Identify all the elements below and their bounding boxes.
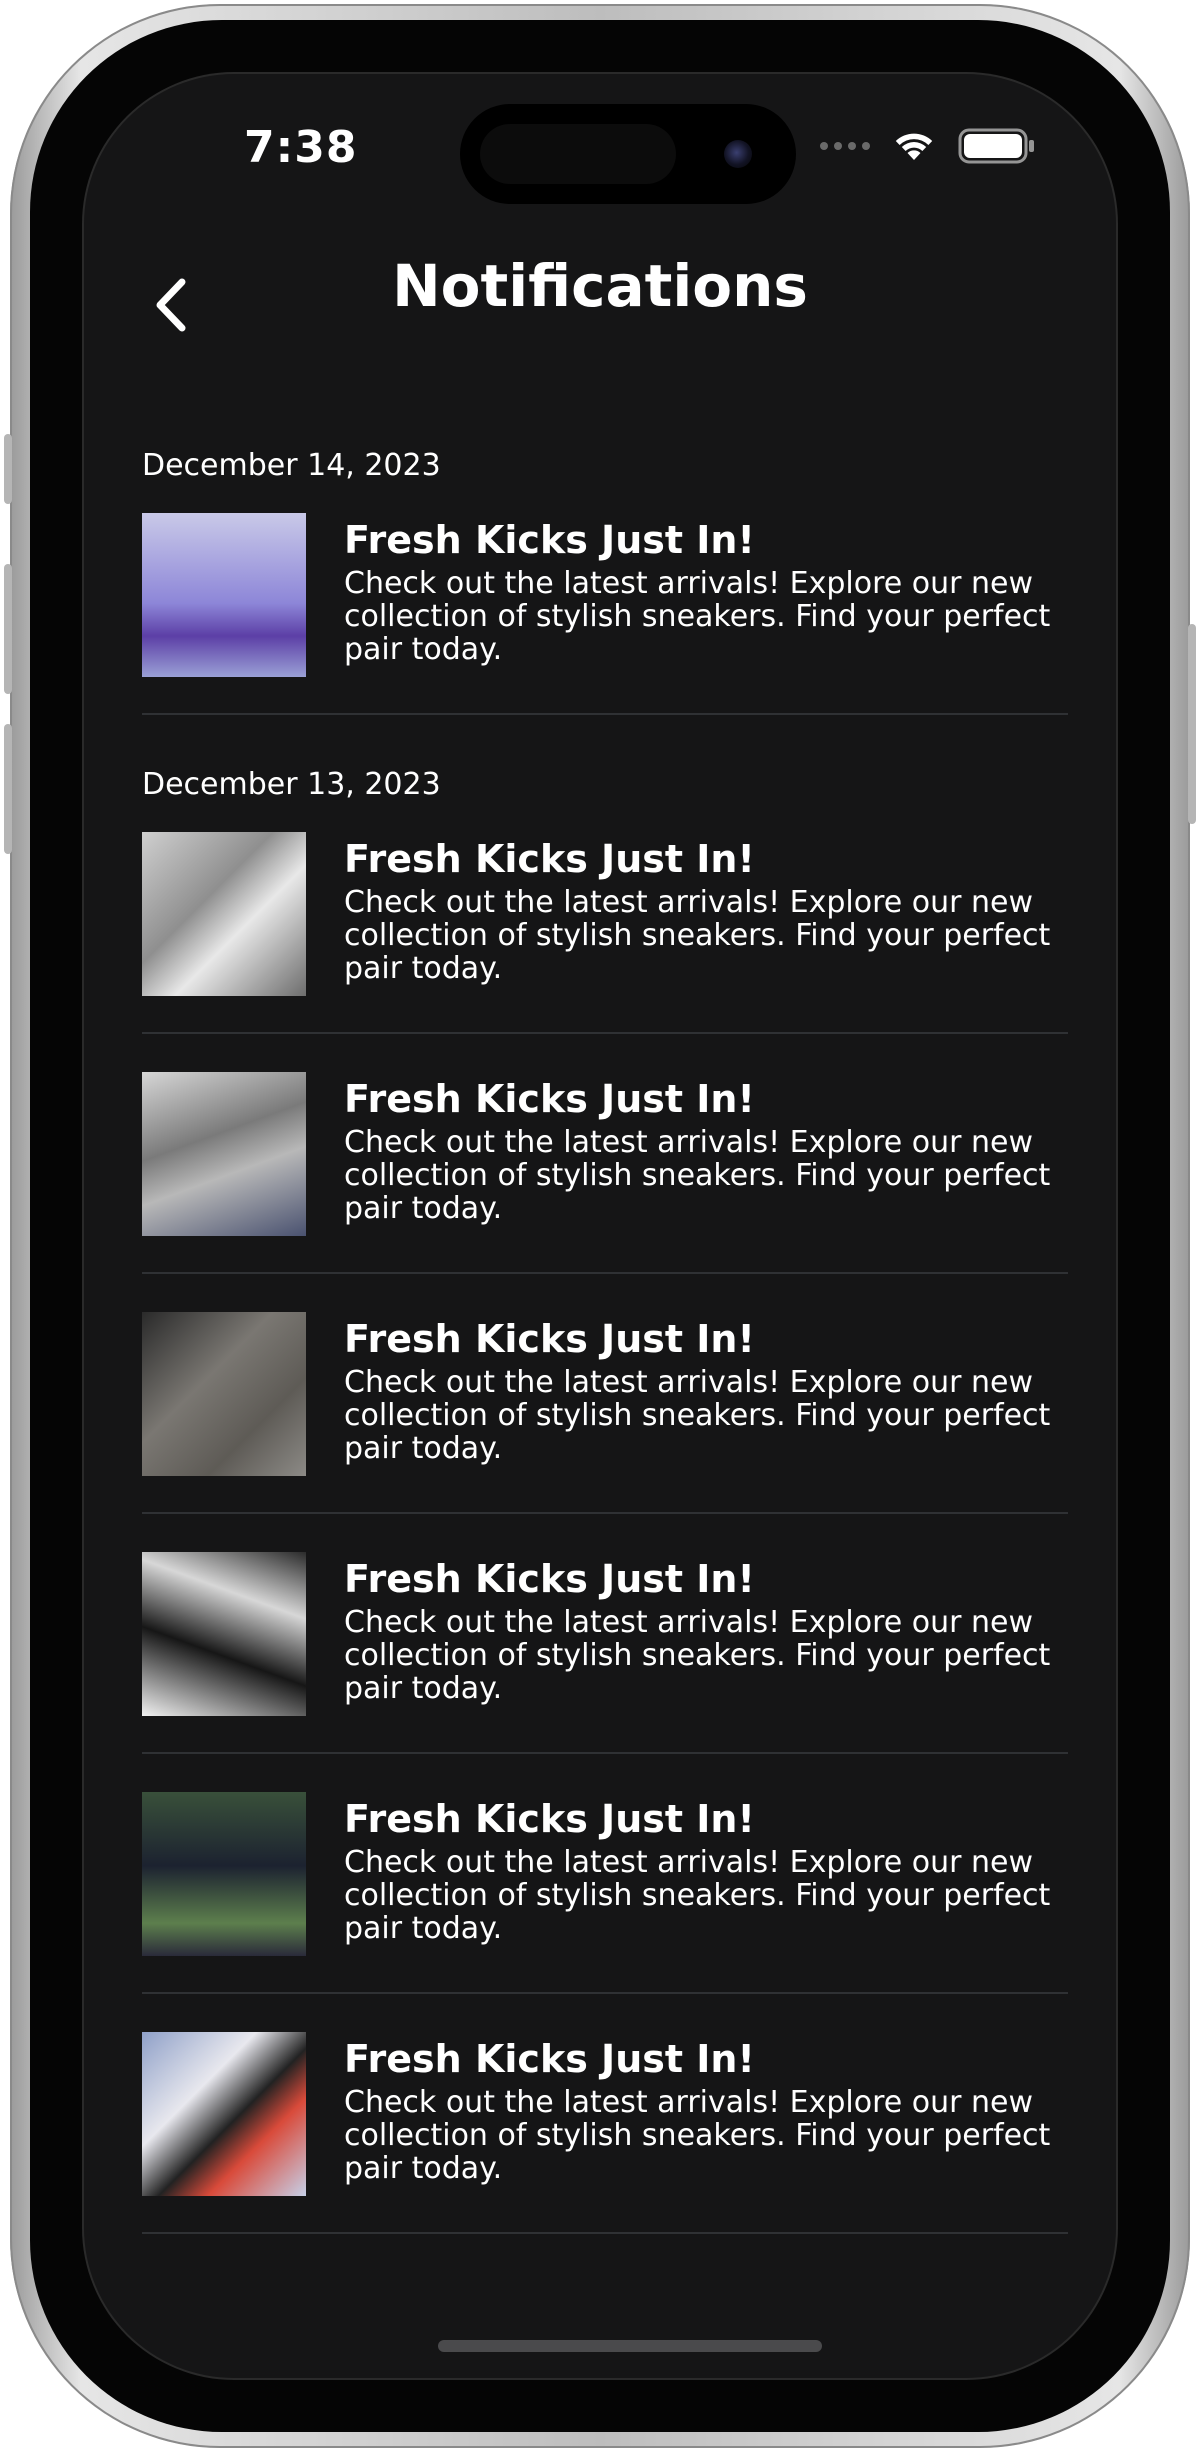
dynamic-island <box>460 104 796 204</box>
notification-item[interactable]: Fresh Kicks Just In! Check out the latest… <box>142 1072 1068 1274</box>
notification-title: Fresh Kicks Just In! <box>344 2037 755 2081</box>
signal-icon <box>820 142 870 150</box>
notification-content: Fresh Kicks Just In! Check out the latest… <box>344 832 1068 985</box>
home-indicator[interactable] <box>438 2340 822 2352</box>
sneaker-thumbnail <box>142 1552 306 1716</box>
notification-title: Fresh Kicks Just In! <box>344 1557 755 1601</box>
page-title: Notifications <box>392 252 808 320</box>
notification-item[interactable]: Fresh Kicks Just In! Check out the latest… <box>142 1792 1068 1994</box>
wifi-icon <box>895 133 933 160</box>
screen: 7:38 Notifications December 14, 2023 Fre… <box>84 74 1116 2378</box>
notification-item[interactable]: Fresh Kicks Just In! Check out the latest… <box>142 832 1068 1034</box>
notification-item[interactable]: Fresh Kicks Just In! Check out the latest… <box>142 1312 1068 1514</box>
sneaker-thumbnail <box>142 1072 306 1236</box>
notification-item[interactable]: Fresh Kicks Just In! Check out the latest… <box>142 1552 1068 1754</box>
status-time: 7:38 <box>244 122 358 173</box>
sneaker-thumbnail <box>142 832 306 996</box>
notification-body: Check out the latest arrivals! Explore o… <box>344 566 1051 667</box>
notification-content: Fresh Kicks Just In! Check out the latest… <box>344 1072 1068 1225</box>
volume-down-button <box>4 724 12 854</box>
notification-body: Check out the latest arrivals! Explore o… <box>344 1125 1051 1226</box>
notification-title: Fresh Kicks Just In! <box>344 1797 755 1841</box>
notification-title: Fresh Kicks Just In! <box>344 1317 755 1361</box>
notification-body: Check out the latest arrivals! Explore o… <box>344 885 1051 986</box>
notification-content: Fresh Kicks Just In! Check out the latest… <box>344 2032 1068 2185</box>
notification-content: Fresh Kicks Just In! Check out the latest… <box>344 513 1068 666</box>
battery-icon <box>958 128 1034 164</box>
power-button <box>1188 624 1196 824</box>
date-header: December 14, 2023 <box>142 448 441 483</box>
notification-body: Check out the latest arrivals! Explore o… <box>344 2085 1051 2186</box>
notification-item[interactable]: Fresh Kicks Just In! Check out the latest… <box>142 513 1068 715</box>
phone-frame: 7:38 Notifications December 14, 2023 Fre… <box>4 4 1196 2448</box>
notification-item[interactable]: Fresh Kicks Just In! Check out the latest… <box>142 2032 1068 2234</box>
sneaker-thumbnail <box>142 2032 306 2196</box>
notification-title: Fresh Kicks Just In! <box>344 1077 755 1121</box>
notification-body: Check out the latest arrivals! Explore o… <box>344 1365 1051 1466</box>
sneaker-thumbnail <box>142 1792 306 1956</box>
camera-icon <box>724 140 752 168</box>
sneaker-thumbnail <box>142 513 306 677</box>
sneaker-thumbnail <box>142 1312 306 1476</box>
notification-content: Fresh Kicks Just In! Check out the latest… <box>344 1792 1068 1945</box>
date-header: December 13, 2023 <box>142 767 441 802</box>
phone-bezel: 7:38 Notifications December 14, 2023 Fre… <box>30 20 1170 2432</box>
notification-list: December 14, 2023 Fresh Kicks Just In! Che… <box>142 434 1068 2272</box>
action-button <box>4 434 12 504</box>
notification-content: Fresh Kicks Just In! Check out the latest… <box>344 1312 1068 1465</box>
notification-body: Check out the latest arrivals! Explore o… <box>344 1845 1051 1946</box>
volume-up-button <box>4 564 12 694</box>
notification-content: Fresh Kicks Just In! Check out the latest… <box>344 1552 1068 1705</box>
status-icons <box>820 128 1036 164</box>
notification-title: Fresh Kicks Just In! <box>344 837 755 881</box>
notification-title: Fresh Kicks Just In! <box>344 518 755 562</box>
notification-body: Check out the latest arrivals! Explore o… <box>344 1605 1051 1706</box>
